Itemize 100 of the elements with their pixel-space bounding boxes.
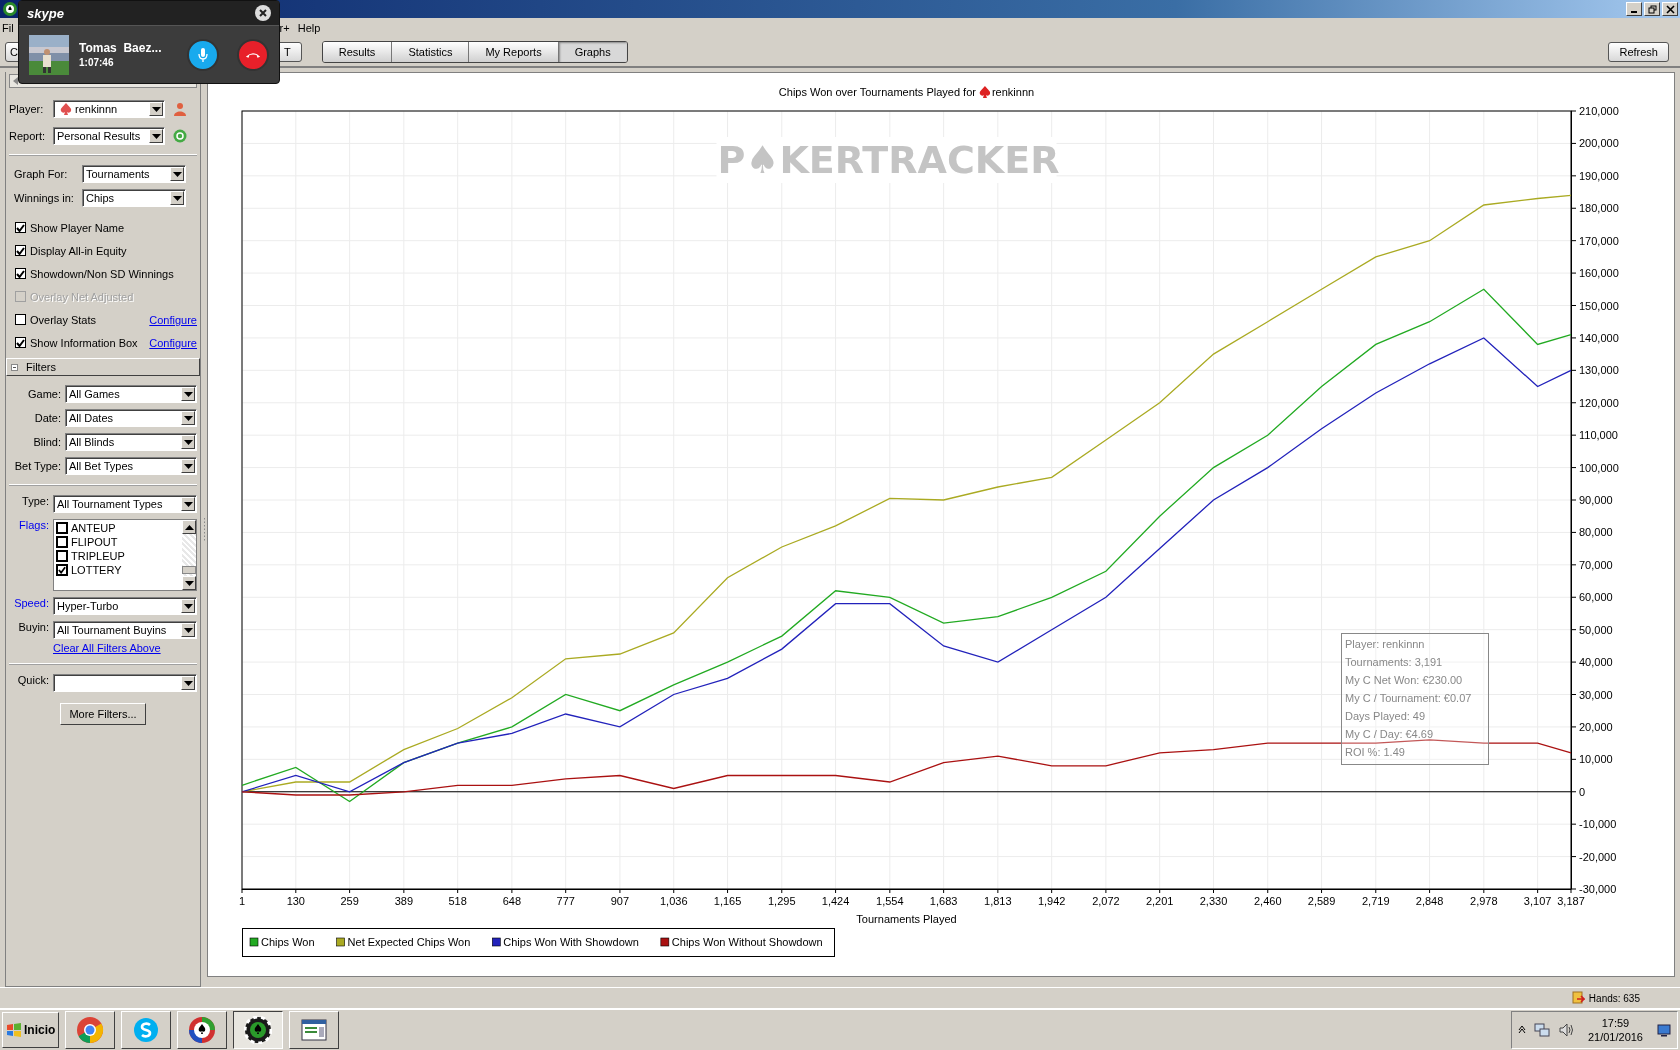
checkbox[interactable] [15,245,26,256]
dropdown[interactable]: Chips [82,189,186,207]
spade-icon [60,103,72,115]
refresh-button[interactable]: Refresh [1608,42,1669,62]
scroll-up-button[interactable] [182,520,196,534]
clock-time: 17:59 [1601,1017,1630,1029]
y-tick-label: 40,000 [1579,656,1613,669]
scroll-down-button[interactable] [182,576,196,590]
checkbox-label: Showdown/Non SD Winnings [30,267,174,280]
microphone-icon [197,46,209,63]
dropdown[interactable]: All Tournament Buyins [53,621,197,639]
y-tick-label: 160,000 [1579,267,1619,280]
taskbar-button[interactable] [233,1011,284,1049]
menu-item[interactable]: Fil [2,22,14,34]
field-label: Buyin: [17,621,49,633]
tab[interactable]: Results [322,42,393,62]
player-dropdown[interactable]: renkinnn [53,100,165,118]
x-tick-label: 2,201 [1145,895,1174,907]
dropdown[interactable]: Hyper-Turbo [53,597,197,615]
filters-header[interactable]: Filters [6,358,200,376]
clear-filters-link[interactable]: Clear All Filters Above [53,642,161,654]
x-tick-label: 777 [556,895,575,907]
tab[interactable]: Graphs [558,42,627,62]
report-dropdown[interactable]: Personal Results [53,127,165,145]
legend-item: Net Expected Chips Won [336,936,471,948]
y-tick-label: 190,000 [1579,169,1619,182]
checkbox-label: FLIPOUT [71,536,118,548]
collapse-icon [11,363,18,371]
windows-logo-icon [6,1023,22,1037]
start-button[interactable]: Inicio [2,1012,60,1048]
x-tick-label: 1,683 [929,895,958,907]
x-tick-label: 3,187 [1557,895,1585,907]
x-tick-label: 3,107 [1523,895,1552,907]
x-tick-label: 1,554 [876,895,904,907]
y-tick-label: -30,000 [1579,883,1617,895]
tab[interactable]: My Reports [469,42,559,62]
caret-icon [183,501,193,507]
scrollbar[interactable] [182,520,196,590]
menu-item[interactable]: Help [297,22,321,34]
configure-link[interactable]: Configure [149,336,197,349]
checkbox[interactable] [15,337,26,348]
y-tick-label: 170,000 [1579,234,1619,247]
y-tick-label: -10,000 [1579,818,1617,831]
app-icon [2,1,18,17]
x-tick-label: 1,813 [984,895,1012,907]
x-tick-label: 2,848 [1415,895,1444,907]
close-button[interactable] [255,5,271,21]
left-arrow-icon [13,77,18,85]
y-tick-label: 80,000 [1579,526,1613,539]
x-tick-label: 2,719 [1362,895,1390,907]
y-tick-label: 150,000 [1579,299,1619,312]
caret-icon [183,627,193,633]
dropdown[interactable]: All Tournament Types [53,495,197,513]
caret-icon [151,106,161,112]
dropdown[interactable]: All Bet Types [65,457,197,475]
spade-icon [979,86,991,98]
configure-link[interactable]: Configure [149,313,197,326]
cards-icon [188,1016,217,1044]
dropdown[interactable]: All Dates [65,409,197,427]
checkbox[interactable] [56,564,68,576]
x-tick-label: 130 [286,895,305,907]
close-button[interactable] [1662,2,1678,16]
checkbox[interactable] [56,536,68,548]
checkbox[interactable] [15,222,26,233]
y-tick-label: 200,000 [1579,137,1619,150]
dropdown[interactable]: All Blinds [65,433,197,451]
window-icon [300,1016,329,1044]
chevron-up-icon [1517,1026,1526,1034]
hands-count: Hands: 635 [1588,992,1640,1004]
menu-item[interactable]: r+ [279,22,290,34]
field-label: Type: [21,495,49,507]
scroll-thumb[interactable] [182,566,196,574]
caret-icon [183,391,193,397]
y-tick-label: 0 [1579,785,1586,798]
dropdown[interactable]: Tournaments [82,165,186,183]
caret-icon [172,195,182,201]
filters-title: Filters [26,361,56,373]
maximize-button[interactable] [1644,2,1660,16]
mute-button[interactable] [187,38,219,71]
checkbox[interactable] [56,550,68,562]
field-label: Bet Type: [13,460,61,472]
grip-icon [202,517,206,542]
dropdown[interactable]: All Games [65,385,197,403]
info-text: Player: renkinnn [1345,638,1426,652]
y-tick-label: 140,000 [1579,331,1619,344]
hang-up-button[interactable] [237,38,269,71]
checkbox[interactable] [15,268,26,279]
caret-icon [183,463,193,469]
info-text: Tournaments: 3,191 [1345,656,1444,670]
checkbox[interactable] [15,314,26,325]
quick-dropdown[interactable] [53,674,197,692]
caret-icon [151,133,161,139]
x-tick-label: 907 [610,895,630,907]
tab[interactable]: Statistics [392,42,470,62]
close-icon [259,9,267,17]
checkbox[interactable] [56,522,68,534]
y-tick-label: 180,000 [1579,202,1619,215]
help-icon [173,129,187,143]
minimize-button[interactable] [1626,2,1642,16]
more-filters-button[interactable]: More Filters... [60,703,146,725]
